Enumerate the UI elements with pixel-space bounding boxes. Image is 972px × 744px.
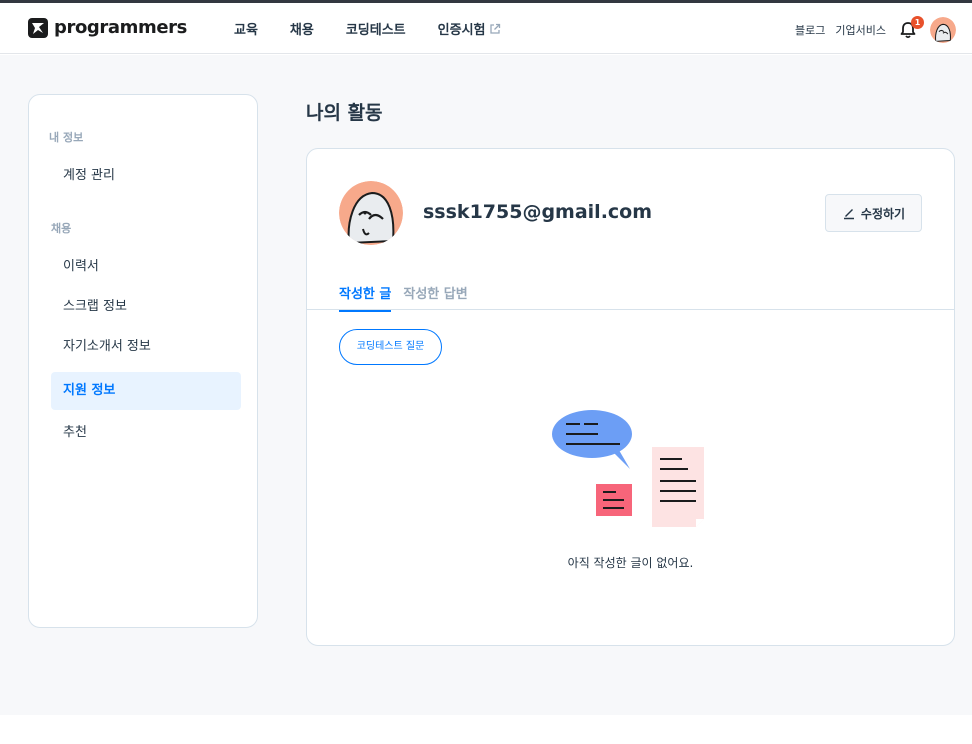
penguin-avatar-icon <box>339 181 403 245</box>
sidebar-section-my-info: 내 정보 <box>49 131 84 144</box>
sidebar-item-scrap[interactable]: 스크랩 정보 <box>51 288 241 326</box>
activity-tabs: 작성한 글 작성한 답변 <box>339 283 480 312</box>
empty-illustration <box>552 407 712 536</box>
right-nav: 블로그 기업서비스 1 <box>795 16 956 43</box>
nav-item-certification-label: 인증시험 <box>437 23 486 38</box>
sidebar-section-jobs: 채용 <box>51 222 72 235</box>
notification-badge: 1 <box>911 16 924 29</box>
page-title: 나의 활동 <box>306 102 383 124</box>
main-nav: 교육 채용 코딩테스트 인증시험 <box>234 19 533 38</box>
external-link-icon <box>489 23 500 34</box>
tab-answers[interactable]: 작성한 답변 <box>403 283 467 312</box>
programmers-logo-icon <box>28 17 48 38</box>
blog-link[interactable]: 블로그 <box>795 22 825 38</box>
global-header: programmers 교육 채용 코딩테스트 인증시험 블로그 기업서비스 1 <box>0 3 972 54</box>
sidebar-item-applications[interactable]: 지원 정보 <box>51 372 241 410</box>
sidebar-item-recommend[interactable]: 추천 <box>51 414 241 452</box>
filter-chip-coding-test-question[interactable]: 코딩테스트 질문 <box>339 329 442 365</box>
header-avatar[interactable] <box>930 17 956 43</box>
avatar-icon <box>930 17 956 43</box>
edit-profile-button[interactable]: 수정하기 <box>825 194 922 232</box>
tab-divider <box>307 309 954 310</box>
edit-profile-label: 수정하기 <box>860 206 906 221</box>
nav-item-certification[interactable]: 인증시험 <box>438 19 501 38</box>
chat-and-document-icon <box>552 410 704 527</box>
tab-posts[interactable]: 작성한 글 <box>339 283 392 312</box>
empty-state-message: 아직 작성한 글이 없어요. <box>567 556 694 570</box>
activity-card: sssk1755@gmail.com 수정하기 작성한 글 작성한 답변 코딩테… <box>306 148 955 646</box>
pencil-icon <box>843 209 854 220</box>
nav-item-education[interactable]: 교육 <box>234 19 258 38</box>
business-link[interactable]: 기업서비스 <box>835 22 886 38</box>
sidebar-item-account[interactable]: 계정 관리 <box>51 157 241 195</box>
sidebar-item-cover-letter[interactable]: 자기소개서 정보 <box>51 328 241 366</box>
user-email: sssk1755@gmail.com <box>423 201 653 223</box>
nav-item-jobs[interactable]: 채용 <box>290 19 314 38</box>
sidebar-item-resume[interactable]: 이력서 <box>51 248 241 286</box>
profile-avatar <box>339 181 403 245</box>
notification-button[interactable]: 1 <box>898 16 924 40</box>
nav-item-coding-test[interactable]: 코딩테스트 <box>346 19 406 38</box>
programmers-logo[interactable]: programmers <box>28 17 187 38</box>
logo-text: programmers <box>54 17 187 38</box>
sidebar: 내 정보 계정 관리 채용 이력서 스크랩 정보 자기소개서 정보 지원 정보 … <box>28 94 258 628</box>
